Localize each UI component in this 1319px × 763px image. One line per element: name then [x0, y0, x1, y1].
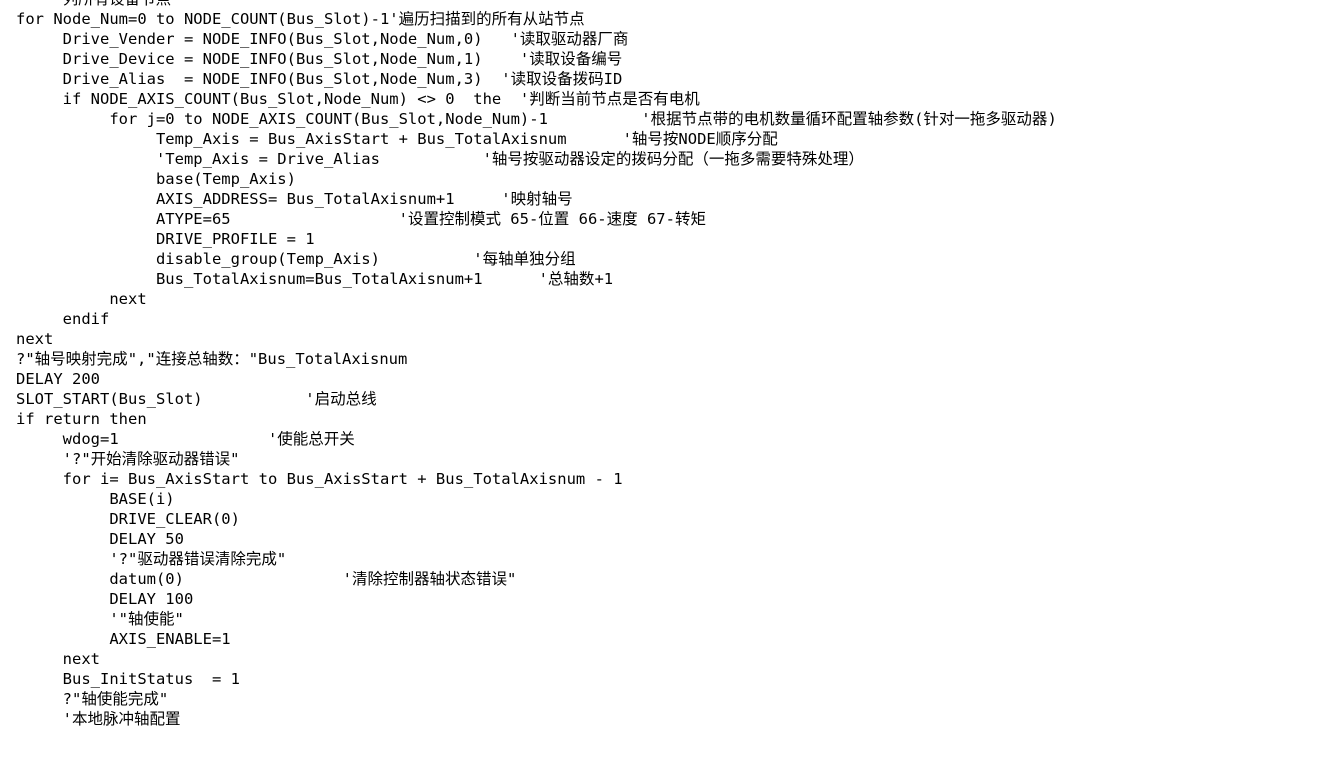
code-line: next [16, 290, 147, 308]
code-line: disable_group(Temp_Axis) '每轴单独分组 [16, 250, 576, 268]
code-line: '?"驱动器错误清除完成" [16, 550, 287, 568]
code-line: for Node_Num=0 to NODE_COUNT(Bus_Slot)-1… [16, 10, 585, 28]
code-listing: '列所有设备节点for Node_Num=0 to NODE_COUNT(Bus… [0, 0, 1319, 729]
code-line: SLOT_START(Bus_Slot) '启动总线 [16, 390, 377, 408]
code-line: ATYPE=65 '设置控制模式 65-位置 66-速度 67-转矩 [16, 210, 706, 228]
code-line: BASE(i) [16, 490, 175, 508]
code-line: '列所有设备节点 [0, 0, 1319, 9]
code-line: base(Temp_Axis) [16, 170, 296, 188]
code-line: DELAY 200 [16, 370, 100, 388]
code-line: endif [16, 310, 110, 328]
code-line: '"轴使能" [16, 610, 184, 628]
code-line: for i= Bus_AxisStart to Bus_AxisStart + … [16, 470, 623, 488]
code-line: next [16, 330, 54, 348]
code-line: DRIVE_CLEAR(0) [16, 510, 240, 528]
code-line: Drive_Device = NODE_INFO(Bus_Slot,Node_N… [16, 50, 623, 68]
code-line: DRIVE_PROFILE = 1 [16, 230, 315, 248]
code-line: Bus_TotalAxisnum=Bus_TotalAxisnum+1 '总轴数… [16, 270, 614, 288]
code-line: Drive_Alias = NODE_INFO(Bus_Slot,Node_Nu… [16, 70, 623, 88]
code-line: next [16, 650, 100, 668]
code-line: DELAY 100 [16, 590, 194, 608]
code-line: ?"轴号映射完成","连接总轴数："Bus_TotalAxisnum [16, 350, 408, 368]
code-line: datum(0) '清除控制器轴状态错误" [16, 570, 517, 588]
code-line: Temp_Axis = Bus_AxisStart + Bus_TotalAxi… [16, 130, 778, 148]
code-line: for j=0 to NODE_AXIS_COUNT(Bus_Slot,Node… [16, 110, 1057, 128]
code-line: DELAY 50 [16, 530, 184, 548]
code-line: if return then [16, 410, 147, 428]
code-line: Bus_InitStatus = 1 [16, 670, 240, 688]
code-line: ?"轴使能完成" [16, 690, 169, 708]
code-line: wdog=1 '使能总开关 [16, 430, 355, 448]
code-line: 'Temp_Axis = Drive_Alias '轴号按驱动器设定的拨码分配（… [16, 150, 864, 168]
code-line: Drive_Vender = NODE_INFO(Bus_Slot,Node_N… [16, 30, 629, 48]
code-line: AXIS_ADDRESS= Bus_TotalAxisnum+1 '映射轴号 [16, 190, 573, 208]
code-line: if NODE_AXIS_COUNT(Bus_Slot,Node_Num) <>… [16, 90, 700, 108]
code-line: '本地脉冲轴配置 [16, 710, 181, 728]
code-line: AXIS_ENABLE=1 [16, 630, 231, 648]
code-line: '?"开始清除驱动器错误" [16, 450, 240, 468]
